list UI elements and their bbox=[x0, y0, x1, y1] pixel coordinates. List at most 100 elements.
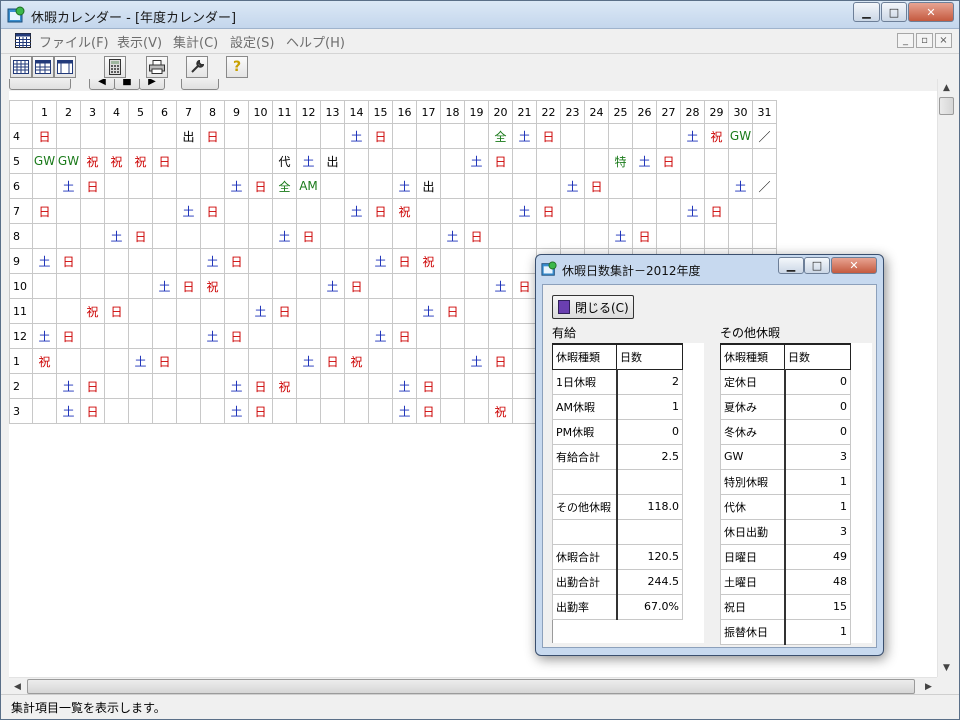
day-cell[interactable] bbox=[32, 223, 57, 249]
day-cell[interactable] bbox=[128, 323, 153, 349]
day-cell[interactable]: 祝 bbox=[344, 348, 369, 374]
day-cell[interactable] bbox=[752, 148, 777, 174]
day-cell[interactable] bbox=[368, 398, 393, 424]
day-cell[interactable] bbox=[176, 348, 201, 374]
dialog-title-bar[interactable]: 休暇日数集計－2012年度 ▁ □ ✕ bbox=[536, 255, 883, 283]
day-cell[interactable] bbox=[296, 373, 321, 399]
month-view-button[interactable] bbox=[32, 56, 54, 78]
day-cell[interactable] bbox=[680, 223, 705, 249]
day-cell[interactable]: 日 bbox=[248, 373, 273, 399]
calendar-detail-button[interactable] bbox=[181, 79, 219, 90]
day-cell[interactable]: 日 bbox=[176, 273, 201, 299]
day-cell[interactable] bbox=[416, 348, 441, 374]
day-cell[interactable] bbox=[224, 123, 249, 149]
day-cell[interactable] bbox=[32, 273, 57, 299]
day-cell[interactable]: 土 bbox=[56, 373, 81, 399]
day-cell[interactable] bbox=[584, 148, 609, 174]
day-cell[interactable] bbox=[368, 148, 393, 174]
day-cell[interactable]: 日 bbox=[344, 273, 369, 299]
day-cell[interactable] bbox=[392, 273, 417, 299]
day-cell[interactable]: 土 bbox=[392, 173, 417, 199]
day-cell[interactable] bbox=[176, 223, 201, 249]
day-cell[interactable] bbox=[464, 198, 489, 224]
day-cell[interactable] bbox=[560, 223, 585, 249]
day-cell[interactable]: 土 bbox=[488, 273, 513, 299]
day-cell[interactable] bbox=[128, 123, 153, 149]
day-cell[interactable] bbox=[416, 148, 441, 174]
day-cell[interactable]: 土 bbox=[440, 223, 465, 249]
mdi-restore-button[interactable]: ▫ bbox=[916, 33, 933, 48]
scroll-right-icon[interactable]: ▶ bbox=[920, 678, 937, 695]
day-cell[interactable]: 土 bbox=[464, 148, 489, 174]
day-cell[interactable] bbox=[488, 223, 513, 249]
day-cell[interactable]: 日 bbox=[272, 298, 297, 324]
day-cell[interactable]: 土 bbox=[272, 223, 297, 249]
day-cell[interactable] bbox=[608, 173, 633, 199]
day-cell[interactable] bbox=[368, 348, 393, 374]
day-cell[interactable]: 土 bbox=[608, 223, 633, 249]
day-cell[interactable] bbox=[224, 298, 249, 324]
day-cell[interactable]: 土 bbox=[368, 248, 393, 274]
day-cell[interactable]: 土 bbox=[56, 173, 81, 199]
day-cell[interactable]: 土 bbox=[296, 348, 321, 374]
day-cell[interactable] bbox=[224, 348, 249, 374]
dialog-close-button[interactable]: ✕ bbox=[831, 257, 877, 274]
day-cell[interactable] bbox=[320, 373, 345, 399]
day-cell[interactable] bbox=[440, 173, 465, 199]
day-cell[interactable] bbox=[392, 348, 417, 374]
day-cell[interactable] bbox=[464, 373, 489, 399]
day-cell[interactable]: 土 bbox=[152, 273, 177, 299]
dialog-minimize-button[interactable]: ▁ bbox=[778, 257, 804, 274]
day-cell[interactable] bbox=[128, 398, 153, 424]
day-cell[interactable]: 土 bbox=[248, 298, 273, 324]
day-cell[interactable]: 土 bbox=[128, 348, 153, 374]
day-cell[interactable] bbox=[200, 173, 225, 199]
day-cell[interactable] bbox=[176, 298, 201, 324]
mdi-child-icon[interactable] bbox=[15, 33, 31, 48]
day-cell[interactable] bbox=[104, 123, 129, 149]
close-dialog-button[interactable]: 閉じる(C) bbox=[552, 295, 634, 319]
day-cell[interactable] bbox=[200, 298, 225, 324]
day-cell[interactable]: 日 bbox=[656, 148, 681, 174]
day-cell[interactable] bbox=[608, 198, 633, 224]
day-cell[interactable] bbox=[440, 123, 465, 149]
day-cell[interactable] bbox=[272, 248, 297, 274]
day-cell[interactable] bbox=[440, 198, 465, 224]
day-cell[interactable] bbox=[152, 248, 177, 274]
menu-view[interactable]: 表示(V) bbox=[117, 32, 162, 51]
day-cell[interactable]: 土 bbox=[512, 123, 537, 149]
day-cell[interactable] bbox=[512, 148, 537, 174]
day-cell[interactable] bbox=[224, 273, 249, 299]
day-cell[interactable]: 日 bbox=[224, 248, 249, 274]
day-cell[interactable] bbox=[56, 198, 81, 224]
day-cell[interactable]: 日 bbox=[320, 348, 345, 374]
day-cell[interactable] bbox=[536, 223, 561, 249]
day-cell[interactable]: 日 bbox=[488, 148, 513, 174]
day-cell[interactable]: 日 bbox=[80, 173, 105, 199]
day-cell[interactable] bbox=[728, 148, 753, 174]
day-cell[interactable]: 日 bbox=[152, 348, 177, 374]
day-cell[interactable] bbox=[488, 248, 513, 274]
day-cell[interactable] bbox=[248, 273, 273, 299]
day-cell[interactable]: 日 bbox=[584, 173, 609, 199]
day-cell[interactable]: GW bbox=[56, 148, 81, 174]
day-cell[interactable]: 日 bbox=[296, 223, 321, 249]
horizontal-scroll-thumb[interactable] bbox=[27, 679, 915, 694]
day-cell[interactable] bbox=[128, 273, 153, 299]
day-cell[interactable] bbox=[536, 173, 561, 199]
day-cell[interactable] bbox=[248, 248, 273, 274]
day-cell[interactable] bbox=[32, 373, 57, 399]
day-cell[interactable] bbox=[104, 173, 129, 199]
day-cell[interactable] bbox=[80, 123, 105, 149]
day-cell[interactable] bbox=[104, 348, 129, 374]
day-cell[interactable]: 土 bbox=[560, 173, 585, 199]
day-cell[interactable] bbox=[344, 373, 369, 399]
day-cell[interactable] bbox=[32, 173, 57, 199]
day-cell[interactable]: 代 bbox=[272, 148, 297, 174]
day-cell[interactable]: 土 bbox=[32, 323, 57, 349]
day-cell[interactable] bbox=[704, 173, 729, 199]
minimize-button[interactable]: ▁ bbox=[853, 2, 880, 22]
day-cell[interactable]: 祝 bbox=[704, 123, 729, 149]
day-cell[interactable]: 土 bbox=[104, 223, 129, 249]
scroll-left-icon[interactable]: ◀ bbox=[9, 678, 26, 695]
